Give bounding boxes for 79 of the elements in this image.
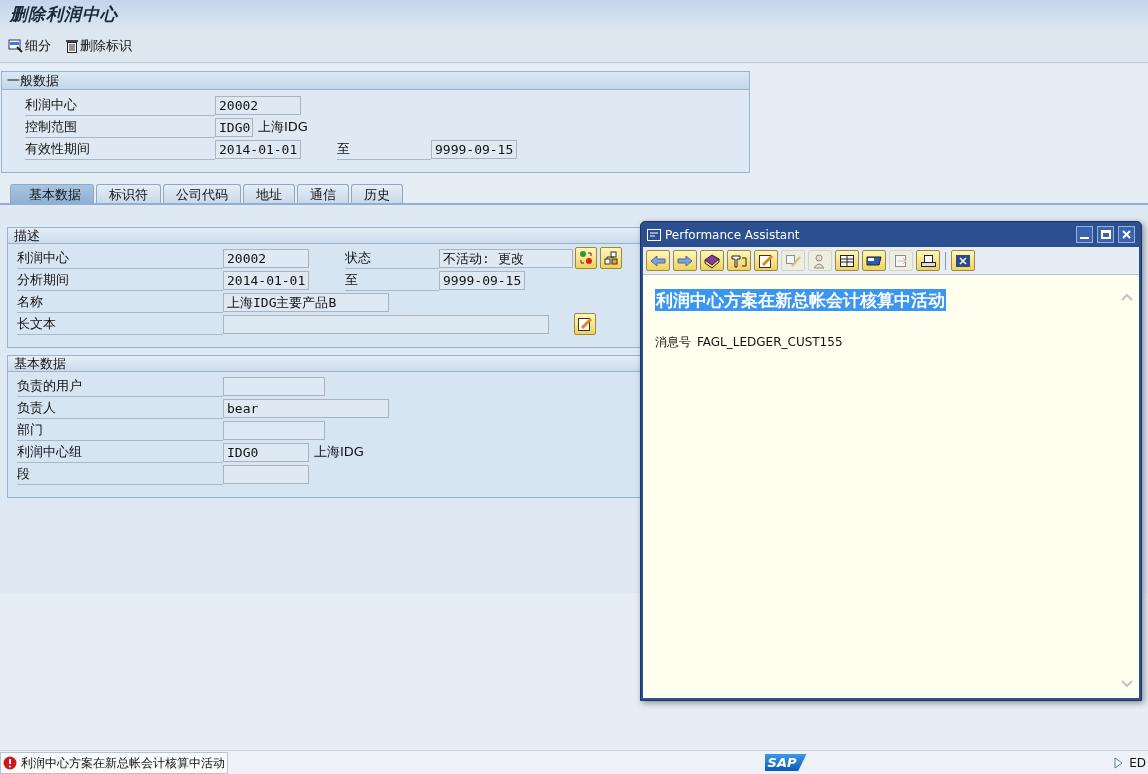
field-label: 利润中心 <box>17 247 223 269</box>
message-number-label: 消息号 <box>655 334 691 351</box>
message-number: FAGL_LEDGER_CUST155 <box>697 334 843 351</box>
expand-arrow-icon[interactable] <box>1113 756 1124 769</box>
field-label: 负责人 <box>17 397 223 419</box>
field-label: 长文本 <box>17 313 223 335</box>
input-field[interactable]: 上海IDG主要产品B <box>223 292 389 312</box>
input-field[interactable]: 20002 <box>215 95 301 115</box>
sap-logo: SAP <box>764 754 807 771</box>
field-label: 控制范围 <box>25 116 215 138</box>
note-icon <box>784 252 802 269</box>
input-field[interactable]: 9999-09-15 <box>431 139 517 159</box>
status-message-text: 利润中心方案在新总帐会计核算中活动 <box>21 754 225 772</box>
hierarchy-button[interactable] <box>600 247 622 269</box>
input-field[interactable]: 20002 <box>223 248 309 268</box>
technical-tool-button[interactable] <box>727 250 751 271</box>
field-label: 有效性期间 <box>25 138 215 160</box>
folder-tool-button[interactable] <box>862 250 886 271</box>
book-icon <box>703 252 721 269</box>
field-label: 部门 <box>17 419 223 441</box>
printer-icon <box>919 252 937 269</box>
input-field[interactable]: IDG0 <box>223 442 309 462</box>
field-label: 负责的用户 <box>17 375 223 397</box>
status-button[interactable] <box>575 247 597 269</box>
pencil-icon <box>577 316 593 332</box>
field-label: 分析期间 <box>17 269 223 291</box>
hierarchy-icon <box>603 250 619 266</box>
status-message[interactable]: 利润中心方案在新总帐会计核算中活动 <box>0 751 228 774</box>
edit-tool-button[interactable] <box>754 250 778 271</box>
tab[interactable]: 标识符 <box>96 184 161 203</box>
field-description: 上海IDG <box>314 443 364 462</box>
window-icon <box>647 228 661 241</box>
tab[interactable]: 通信 <box>297 184 349 203</box>
input-field[interactable] <box>223 376 325 396</box>
magnifier-icon <box>8 38 24 54</box>
edit-button[interactable] <box>574 313 596 335</box>
input-field[interactable] <box>223 464 309 484</box>
hammer-icon <box>730 252 748 269</box>
delete-flag-button[interactable]: 删除标识 <box>65 36 132 56</box>
input-field[interactable] <box>223 314 549 334</box>
table-tool-button[interactable] <box>835 250 859 271</box>
close-button[interactable] <box>1118 226 1135 243</box>
arrow-left-icon <box>649 252 667 269</box>
field-description: 上海IDG <box>258 118 308 137</box>
error-icon <box>3 755 17 770</box>
field-label: 利润中心 <box>25 94 215 116</box>
trash-icon <box>65 38 79 54</box>
close-tool-button[interactable] <box>951 250 975 271</box>
tab[interactable]: 历史 <box>351 184 403 203</box>
book-tool-button[interactable] <box>700 250 724 271</box>
minimize-button[interactable] <box>1076 226 1093 243</box>
detail-button[interactable]: 细分 <box>8 36 51 56</box>
arrow-right-icon <box>676 252 694 269</box>
maximize-button[interactable] <box>1097 226 1114 243</box>
back-tool-button[interactable] <box>646 250 670 271</box>
close-icon <box>1122 230 1131 239</box>
tab[interactable]: 公司代码 <box>163 184 241 203</box>
input-field[interactable]: 2014-01-01 <box>215 139 301 159</box>
input-field[interactable]: IDG0 <box>215 117 253 137</box>
print-tool-button[interactable] <box>916 250 940 271</box>
input-field[interactable] <box>223 420 325 440</box>
screen-title: 删除利润中心 <box>10 3 118 27</box>
input-field[interactable]: 2014-01-01 <box>223 270 309 290</box>
traffic-lights-icon <box>578 250 594 266</box>
tab[interactable]: 地址 <box>243 184 295 203</box>
system-info: ED <box>1129 754 1147 772</box>
section-header: 一般数据 <box>2 72 749 90</box>
field-label: 利润中心组 <box>17 441 223 463</box>
message-heading: 利润中心方案在新总帐会计核算中活动 <box>655 289 946 311</box>
table-icon <box>838 252 856 269</box>
close-icon <box>954 252 972 269</box>
input-field[interactable]: 9999-09-15 <box>439 270 525 290</box>
tab[interactable]: 基本数据 <box>10 184 94 203</box>
input-field[interactable]: bear <box>223 398 389 418</box>
field-label: 名称 <box>17 291 223 313</box>
field-label: 段 <box>17 463 223 485</box>
window-title: Performance Assistant <box>665 226 801 244</box>
input-field[interactable]: 不活动: 更改 <box>439 248 573 268</box>
pencil-icon <box>757 252 775 269</box>
